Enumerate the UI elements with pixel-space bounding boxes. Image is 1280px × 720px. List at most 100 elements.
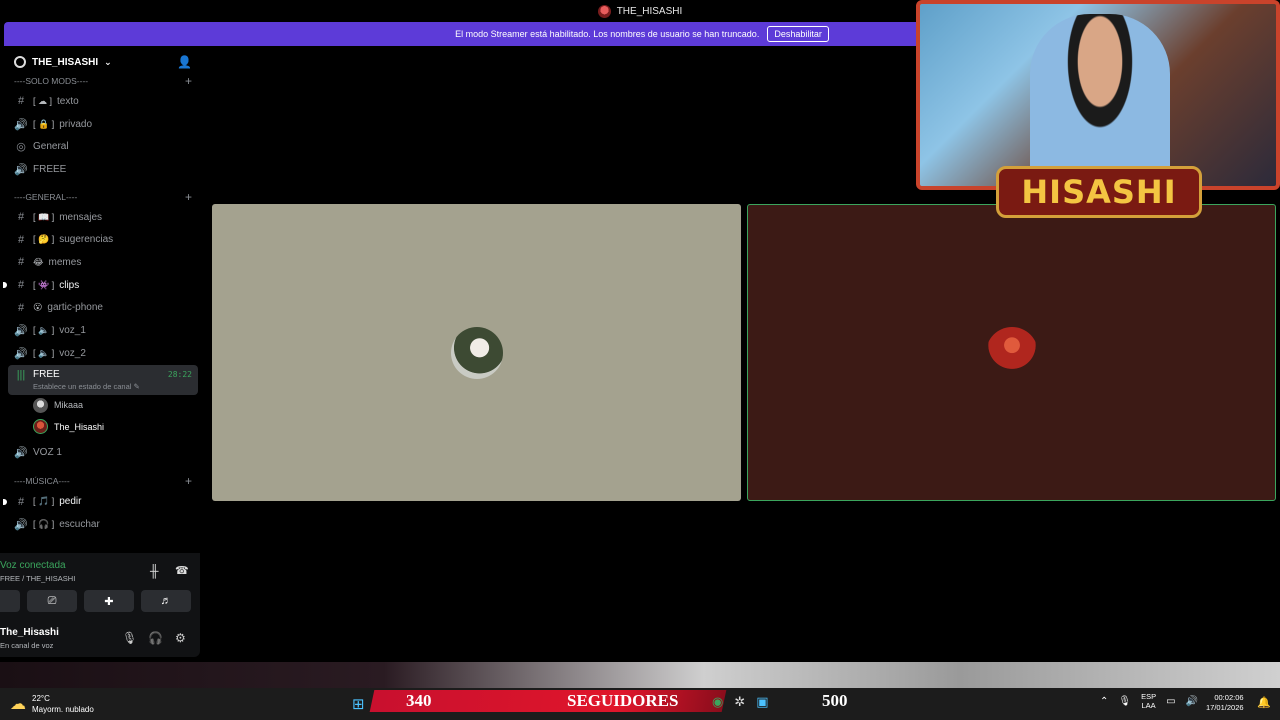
add-user-icon[interactable]: 👤 <box>177 55 192 69</box>
add-channel-icon[interactable]: + <box>185 74 192 88</box>
voice-location: FREE / THE_HISASHI <box>0 574 76 583</box>
category-general[interactable]: ----GENERAL---- + <box>0 188 206 206</box>
channel-label: pedir <box>59 496 82 508</box>
desktop-wallpaper-strip <box>0 662 1280 688</box>
windows-start-icon[interactable]: ⊞ <box>352 695 365 713</box>
set-channel-status[interactable]: Establece un estado de canal ✎ <box>14 382 140 391</box>
chatgpt-icon[interactable]: ✲ <box>734 694 745 710</box>
channel-label: memes <box>48 256 82 268</box>
clock-date: 17/01/2026 <box>1206 703 1244 712</box>
channel-privado[interactable]: 🔊 [ 🔒 ] privado <box>0 113 206 136</box>
disable-streamer-button[interactable]: Deshabilitar <box>767 26 829 42</box>
headphones-icon[interactable]: 🎧 <box>148 631 163 645</box>
system-clock[interactable]: 00:02:06 17/01/2026 <box>1206 693 1244 713</box>
channel-emoji: 😮 <box>33 302 43 313</box>
voice-user-the-hisashi[interactable]: The_Hisashi <box>0 416 206 438</box>
channel-emoji: [ 🎵 ] <box>33 496 55 507</box>
weather-temp: 22°C <box>32 694 50 703</box>
soundboard-button[interactable]: ♬ <box>141 590 191 612</box>
unread-indicator <box>3 282 7 289</box>
active-channel-row: ||| FREE 28:22 <box>14 369 192 381</box>
channel-sugerencias[interactable]: # [ 🤔 ] sugerencias <box>0 228 206 251</box>
current-user-status: En canal de voz <box>0 641 54 650</box>
channel-label: privado <box>59 118 93 130</box>
banner-text: El modo Streamer está habilitado. Los no… <box>455 29 760 39</box>
add-channel-icon[interactable]: + <box>185 190 192 204</box>
channel-texto[interactable]: # [ ☁ ] texto <box>0 90 206 113</box>
chevron-up-icon[interactable]: ⌃ <box>1100 696 1108 707</box>
channel-label: clips <box>59 279 80 291</box>
speaker-icon: 🔊 <box>14 518 28 531</box>
channel-clips[interactable]: # [ 👾 ] clips <box>0 274 206 297</box>
channel-label: gartic-phone <box>47 302 103 314</box>
hash-icon: # <box>17 495 25 508</box>
channel-emoji: [ 👾 ] <box>33 279 55 290</box>
category-label: ----MÚSICA---- <box>14 476 70 487</box>
network-icon[interactable]: ▭ <box>1166 696 1175 707</box>
add-channel-icon[interactable]: + <box>185 474 192 488</box>
category-label: ----SOLO MODS---- <box>14 76 89 86</box>
weather-text: 22°C Mayorm. nublado <box>32 693 94 715</box>
video-tile-the-hisashi[interactable] <box>747 204 1276 501</box>
participant-avatar <box>450 326 503 379</box>
channel-voz-2[interactable]: 🔊 [ 🔈 ] voz_2 <box>0 342 206 365</box>
weather-widget[interactable]: ☁ 22°C Mayorm. nublado <box>10 693 94 715</box>
channel-gartic-phone[interactable]: # 😮 gartic-phone <box>0 297 206 320</box>
hash-icon: # <box>17 301 25 314</box>
screen-share-button[interactable]: ⎚ <box>27 590 77 612</box>
webcam-overlay: HISASHI <box>916 0 1280 218</box>
whatsapp-icon[interactable]: ◉ <box>712 694 723 710</box>
clock-time: 00:02:06 <box>1214 693 1244 702</box>
followers-goal: 500 <box>822 691 848 710</box>
channel-sidebar: THE_HISASHI ⌄ 👤 ----SOLO MODS---- + # [ … <box>0 46 206 552</box>
screen: THE_HISASHI El modo Streamer está habili… <box>0 0 1280 720</box>
microphone-icon[interactable]: 🎙 <box>1118 696 1131 707</box>
hash-icon: # <box>17 279 25 292</box>
channel-mensajes[interactable]: # [ 📖 ] mensajes <box>0 206 206 229</box>
followers-label: SEGUIDORES <box>567 691 679 710</box>
category-solo-mods[interactable]: ----SOLO MODS---- + <box>0 72 206 90</box>
chevron-down-icon: ⌄ <box>104 56 112 67</box>
unread-indicator <box>3 498 7 505</box>
language-indicator[interactable]: ESP LAA <box>1141 692 1156 710</box>
system-tray: ⌃ 🎙 ESP LAA ▭ 🔊 <box>1100 692 1198 710</box>
camera-button[interactable]: ▣ <box>0 590 20 612</box>
disconnect-icon[interactable]: ☎ <box>175 564 189 577</box>
current-username[interactable]: The_Hisashi <box>0 627 59 638</box>
category-musica[interactable]: ----MÚSICA---- + <box>0 472 206 490</box>
channel-emoji: [ 📖 ] <box>33 211 55 222</box>
participant-avatar <box>985 326 1038 379</box>
channel-label: FREE <box>33 369 60 381</box>
channel-label: voz_2 <box>59 347 86 359</box>
channel-voz-1[interactable]: 🔊 [ 🔈 ] voz_1 <box>0 319 206 342</box>
server-logo-icon <box>597 4 611 18</box>
voice-user-name: The_Hisashi <box>54 421 105 432</box>
settings-gear-icon[interactable]: ⚙ <box>175 631 186 645</box>
speaker-icon: 🔊 <box>14 447 28 460</box>
voice-user-mikaaa[interactable]: Mikaaa <box>0 395 206 417</box>
channel-emoji: [ 🤔 ] <box>33 234 55 245</box>
weather-condition: Mayorm. nublado <box>32 705 94 714</box>
channel-emoji: 😂 <box>33 256 44 267</box>
server-icon <box>14 56 26 68</box>
channel-freee[interactable]: 🔊 FREEE <box>0 158 206 181</box>
activities-button[interactable]: ✚ <box>84 590 134 612</box>
avatar <box>33 419 48 435</box>
hash-icon: # <box>17 95 25 108</box>
channel-emoji: [ 🎧 ] <box>33 518 55 529</box>
notifications-icon[interactable]: 🔔 <box>1257 696 1271 709</box>
channel-general-voice[interactable]: ◎ General <box>0 135 206 158</box>
channel-escuchar[interactable]: 🔊 [ 🎧 ] escuchar <box>0 513 206 536</box>
volume-icon[interactable]: 🔊 <box>1186 696 1198 707</box>
noise-suppression-icon[interactable]: ╫ <box>150 564 159 578</box>
voice-connected-label[interactable]: Voz conectada <box>0 560 66 571</box>
channel-memes[interactable]: # 😂 memes <box>0 251 206 274</box>
microphone-icon[interactable]: 🎙 <box>122 631 137 645</box>
channel-voz1[interactable]: 🔊 VOZ 1 <box>0 442 206 465</box>
video-tile-mikaaa[interactable] <box>212 204 741 501</box>
app-icon[interactable]: ▣ <box>756 694 768 710</box>
overlay-name-plate: HISASHI <box>996 166 1202 218</box>
channel-pedir[interactable]: # [ 🎵 ] pedir <box>0 490 206 513</box>
speaker-icon: 🔊 <box>14 163 28 176</box>
channel-free-active[interactable]: ||| FREE 28:22 Establece un estado de ca… <box>8 364 198 395</box>
